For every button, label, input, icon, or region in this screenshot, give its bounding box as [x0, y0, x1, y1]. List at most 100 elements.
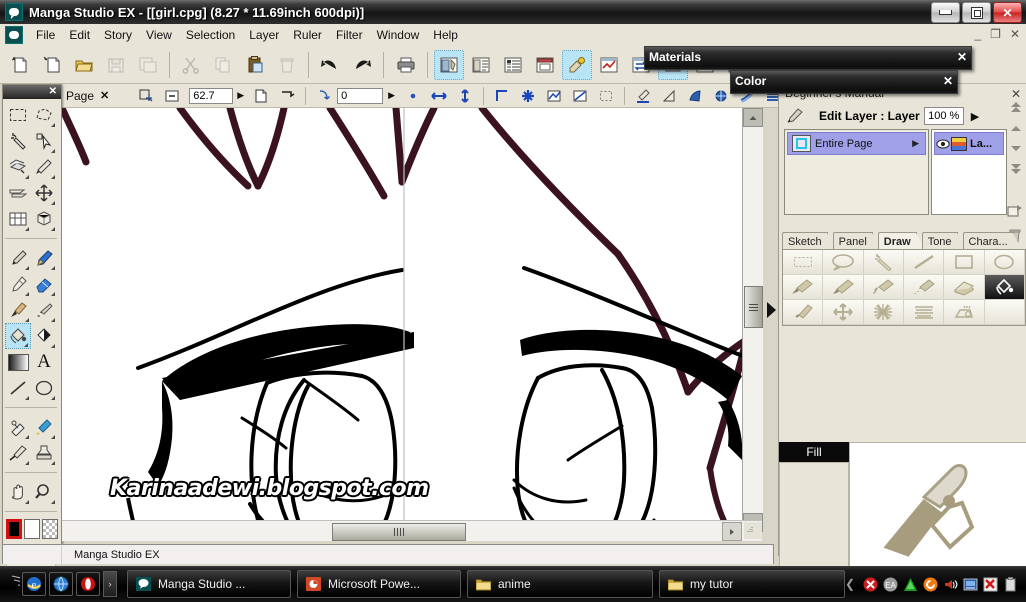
- volume-speaker-icon[interactable]: [942, 576, 958, 592]
- g-pen-icon[interactable]: [783, 275, 824, 300]
- straight-line-icon[interactable]: [5, 375, 31, 401]
- start-button[interactable]: L: [0, 566, 20, 602]
- menu-item-help[interactable]: Help: [426, 26, 465, 44]
- page-expand-arrow-icon[interactable]: ▶: [912, 138, 919, 149]
- fill-bucket-icon[interactable]: [5, 323, 31, 349]
- lasso-marquee-icon[interactable]: [31, 102, 57, 128]
- panel-ruler-icon[interactable]: [5, 206, 31, 232]
- selection-pen-icon[interactable]: [542, 85, 566, 107]
- network-icon[interactable]: [962, 576, 978, 592]
- mdi-close-button[interactable]: ✕: [1010, 26, 1020, 42]
- horizontal-scroll-thumb[interactable]: [332, 523, 466, 541]
- move-up-icon[interactable]: [1010, 124, 1022, 134]
- canvas-horizontal-scrollbar[interactable]: [62, 520, 762, 541]
- gradient-tool-icon[interactable]: [5, 349, 31, 375]
- pen-tool-icon[interactable]: [5, 245, 31, 271]
- 3d-object-icon[interactable]: [31, 206, 57, 232]
- task-my-tutor-folder[interactable]: my tutor: [658, 570, 845, 598]
- open-folder-icon[interactable]: [69, 50, 99, 80]
- save-icon[interactable]: [101, 50, 131, 80]
- mdi-minimize-button[interactable]: _: [974, 26, 981, 42]
- materials-palette-icon[interactable]: [562, 49, 592, 80]
- hand-tool-icon[interactable]: [5, 479, 31, 505]
- avira-umbrella-icon[interactable]: [982, 576, 998, 592]
- curve-ruler-icon[interactable]: [683, 85, 707, 107]
- color-window-close-icon[interactable]: ✕: [943, 74, 953, 88]
- layer-select-icon[interactable]: [31, 128, 57, 154]
- navigator-palette-icon[interactable]: [530, 50, 560, 80]
- marquee-dashed-icon[interactable]: [594, 85, 618, 107]
- menu-item-window[interactable]: Window: [370, 26, 427, 44]
- guide-corner-icon[interactable]: [490, 85, 514, 107]
- zoom-input[interactable]: 62.7: [189, 87, 234, 104]
- antivirus-shield-icon[interactable]: [862, 576, 878, 592]
- tray-expand-chevron-icon[interactable]: ❮: [845, 577, 855, 591]
- magic-wand-icon[interactable]: [5, 128, 31, 154]
- ellipse-icon[interactable]: [984, 250, 1025, 275]
- print-icon[interactable]: [391, 50, 421, 80]
- dock-collapse-arrow-icon[interactable]: [765, 300, 777, 325]
- triangle-ruler-icon[interactable]: [657, 85, 681, 107]
- tool-palette-icon[interactable]: [434, 49, 464, 80]
- page-list-item-entire-page[interactable]: Entire Page ▶: [787, 132, 926, 155]
- battery-icon[interactable]: [1002, 576, 1018, 592]
- tab-tone[interactable]: Tone: [921, 232, 966, 250]
- document-tab-close-icon[interactable]: ✕: [100, 89, 109, 102]
- quick-launch-expand-icon[interactable]: ›: [102, 571, 117, 597]
- eraser-tool-icon[interactable]: [31, 271, 57, 297]
- cut-scissors-icon[interactable]: [176, 50, 206, 80]
- line-stroke-icon[interactable]: [903, 250, 945, 275]
- move-cross-icon[interactable]: [516, 85, 540, 107]
- background-color-swatch[interactable]: [24, 519, 40, 539]
- menu-item-edit[interactable]: Edit: [62, 26, 97, 44]
- line-tool-icon[interactable]: [31, 154, 57, 180]
- tab-chara[interactable]: Chara...: [962, 232, 1022, 250]
- document-tab[interactable]: Page ✕: [62, 84, 127, 107]
- layer-move-icon[interactable]: [5, 154, 31, 180]
- page-list[interactable]: Entire Page ▶: [784, 129, 929, 215]
- internet-explorer-icon[interactable]: e: [21, 572, 46, 596]
- restore-button[interactable]: [962, 2, 991, 23]
- eyedropper-icon[interactable]: [783, 300, 824, 325]
- menu-item-story[interactable]: Story: [97, 26, 139, 44]
- pencil-ruler-icon[interactable]: [631, 85, 655, 107]
- menu-item-ruler[interactable]: Ruler: [286, 26, 329, 44]
- task-microsoft-powerpoint[interactable]: Microsoft Powe...: [296, 570, 461, 598]
- foreground-color-swatch[interactable]: [6, 519, 22, 539]
- fit-window-icon[interactable]: [134, 85, 158, 107]
- marquee-dotted-icon[interactable]: [783, 250, 824, 275]
- menu-item-view[interactable]: View: [139, 26, 179, 44]
- tab-sketch[interactable]: Sketch: [782, 232, 836, 250]
- color-window[interactable]: Color ✕: [730, 70, 958, 94]
- utorrent-green-icon[interactable]: [902, 576, 918, 592]
- orange-circle-icon[interactable]: [922, 576, 938, 592]
- menu-item-selection[interactable]: Selection: [179, 26, 242, 44]
- move-tool-icon[interactable]: [31, 180, 57, 206]
- brush-tool-icon[interactable]: [5, 297, 31, 323]
- focus-burst-icon[interactable]: [863, 300, 904, 325]
- selection-line-icon[interactable]: [568, 85, 592, 107]
- globe-network-icon[interactable]: [48, 572, 73, 596]
- brush-pen-icon[interactable]: [863, 275, 904, 300]
- pattern-brush-icon[interactable]: [31, 297, 57, 323]
- properties-palette-icon[interactable]: [466, 50, 496, 80]
- magic-wand-icon[interactable]: [863, 250, 904, 275]
- paste-clipboard-icon[interactable]: [240, 50, 270, 80]
- eraser-icon[interactable]: [944, 275, 985, 300]
- task-manga-studio[interactable]: Manga Studio ...: [126, 570, 291, 598]
- text-tool-icon[interactable]: A: [31, 349, 57, 375]
- menu-item-filter[interactable]: Filter: [329, 26, 370, 44]
- rotate-icon[interactable]: [312, 85, 336, 107]
- layer-list[interactable]: La...: [931, 129, 1007, 215]
- move-to-bottom-icon[interactable]: [1010, 164, 1022, 176]
- materials-window-close-icon[interactable]: ✕: [957, 50, 967, 64]
- rotate-dropdown-arrow[interactable]: ▶: [388, 90, 395, 101]
- tool-palette-close-icon[interactable]: ✕: [49, 87, 57, 97]
- effect-line-icon[interactable]: [944, 300, 985, 325]
- balloon-icon[interactable]: [823, 250, 864, 275]
- flip-vertical-icon[interactable]: [453, 85, 477, 107]
- flip-horizontal-icon[interactable]: [427, 85, 451, 107]
- menu-item-layer[interactable]: Layer: [242, 26, 286, 44]
- stamp-tool-icon[interactable]: [31, 440, 57, 466]
- history-palette-icon[interactable]: [594, 50, 624, 80]
